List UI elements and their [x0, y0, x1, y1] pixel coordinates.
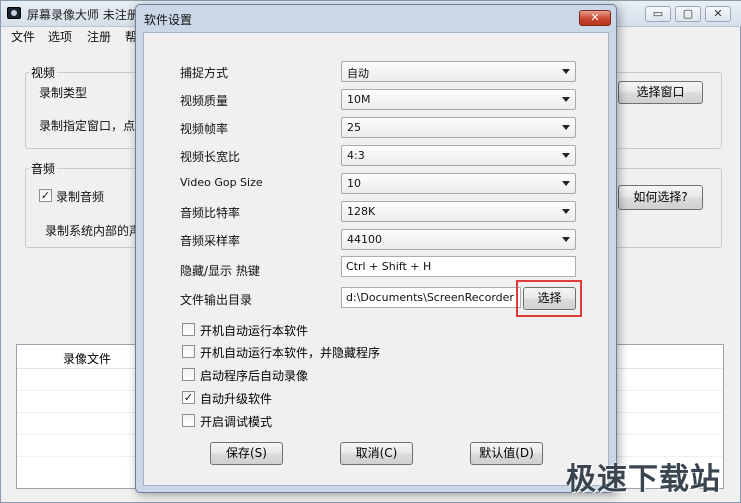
- how-to-select-button[interactable]: 如何选择?: [618, 185, 703, 210]
- menu-options[interactable]: 选项: [48, 28, 72, 45]
- chevron-down-icon: [562, 237, 570, 242]
- system-audio-text: 录制系统内部的声: [45, 224, 142, 238]
- capture-mode-value: 自动: [347, 67, 369, 80]
- aspect-ratio-value: 4:3: [347, 149, 365, 162]
- site-watermark: 极速下载站: [566, 462, 721, 497]
- video-quality-label: 视频质量: [180, 94, 229, 108]
- frame-rate-value: 25: [347, 121, 361, 134]
- video-group-legend: 视频: [29, 64, 58, 81]
- minimize-button[interactable]: ▭: [645, 6, 671, 22]
- output-dir-input[interactable]: d:\Documents\ScreenRecorder: [341, 287, 521, 308]
- debug-mode-label: 开启调试模式: [200, 415, 273, 429]
- capture-mode-label: 捕捉方式: [180, 66, 229, 80]
- video-quality-value: 10M: [347, 93, 371, 106]
- audio-bitrate-select[interactable]: 128K: [341, 201, 576, 222]
- record-audio-label: 录制音频: [56, 190, 105, 204]
- gop-size-value: 10: [347, 177, 361, 190]
- chevron-down-icon: [562, 181, 570, 186]
- dialog-body: 捕捉方式 自动 视频质量 10M 视频帧率 25 视频长宽比 4:3 Video…: [143, 32, 609, 486]
- debug-mode-checkbox[interactable]: [182, 414, 195, 427]
- main-window-title: 屏幕录像大师 未注册: [27, 8, 139, 22]
- record-audio-checkbox[interactable]: ✓: [39, 189, 52, 202]
- chevron-down-icon: [562, 69, 570, 74]
- chevron-down-icon: [562, 97, 570, 102]
- audio-group-legend: 音频: [29, 160, 58, 177]
- menu-file[interactable]: 文件: [11, 28, 35, 45]
- auto-record-checkbox[interactable]: [182, 368, 195, 381]
- gop-size-label: Video Gop Size: [180, 176, 263, 189]
- dialog-title: 软件设置: [144, 13, 193, 27]
- gop-size-select[interactable]: 10: [341, 173, 576, 194]
- maximize-button[interactable]: ▢: [675, 6, 701, 22]
- sample-rate-label: 音频采样率: [180, 234, 241, 248]
- file-column-header[interactable]: 录像文件: [63, 350, 111, 367]
- frame-rate-label: 视频帧率: [180, 122, 229, 136]
- aspect-ratio-label: 视频长宽比: [180, 150, 241, 164]
- autostart-hidden-checkbox[interactable]: [182, 345, 195, 358]
- app-camera-icon: [7, 7, 21, 19]
- autostart-checkbox[interactable]: [182, 323, 195, 336]
- hotkey-input[interactable]: Ctrl + Shift + H: [341, 256, 576, 277]
- default-button[interactable]: 默认值(D): [470, 442, 543, 465]
- chevron-down-icon: [562, 125, 570, 130]
- aspect-ratio-select[interactable]: 4:3: [341, 145, 576, 166]
- audio-bitrate-value: 128K: [347, 205, 376, 218]
- chevron-down-icon: [562, 153, 570, 158]
- frame-rate-select[interactable]: 25: [341, 117, 576, 138]
- menu-register[interactable]: 注册: [87, 28, 111, 45]
- settings-dialog: 软件设置 ✕ 捕捉方式 自动 视频质量 10M 视频帧率 25 视频长宽比 4:…: [135, 4, 617, 493]
- sample-rate-value: 44100: [347, 233, 382, 246]
- chevron-down-icon: [562, 209, 570, 214]
- save-button[interactable]: 保存(S): [210, 442, 283, 465]
- autostart-label: 开机自动运行本软件: [200, 324, 309, 338]
- hotkey-value: Ctrl + Shift + H: [346, 260, 432, 273]
- browse-button[interactable]: 选择: [523, 287, 576, 310]
- autostart-hidden-label: 开机自动运行本软件，并隐藏程序: [200, 346, 381, 360]
- sample-rate-select[interactable]: 44100: [341, 229, 576, 250]
- capture-mode-select[interactable]: 自动: [341, 61, 576, 82]
- record-window-text: 录制指定窗口，点击: [39, 119, 148, 133]
- dialog-close-icon[interactable]: ✕: [579, 10, 611, 26]
- auto-update-label: 自动升级软件: [200, 392, 273, 406]
- output-dir-value: d:\Documents\ScreenRecorder: [346, 291, 514, 304]
- record-type-label: 录制类型: [39, 86, 88, 100]
- close-button[interactable]: ✕: [705, 6, 731, 22]
- video-quality-select[interactable]: 10M: [341, 89, 576, 110]
- audio-bitrate-label: 音频比特率: [180, 206, 241, 220]
- auto-record-label: 启动程序后自动录像: [200, 369, 309, 383]
- output-dir-label: 文件输出目录: [180, 293, 253, 307]
- cancel-button[interactable]: 取消(C): [340, 442, 413, 465]
- hotkey-label: 隐藏/显示 热键: [180, 264, 260, 278]
- select-window-button[interactable]: 选择窗口: [618, 81, 703, 104]
- dialog-titlebar: 软件设置 ✕: [136, 5, 616, 31]
- auto-update-checkbox[interactable]: ✓: [182, 391, 195, 404]
